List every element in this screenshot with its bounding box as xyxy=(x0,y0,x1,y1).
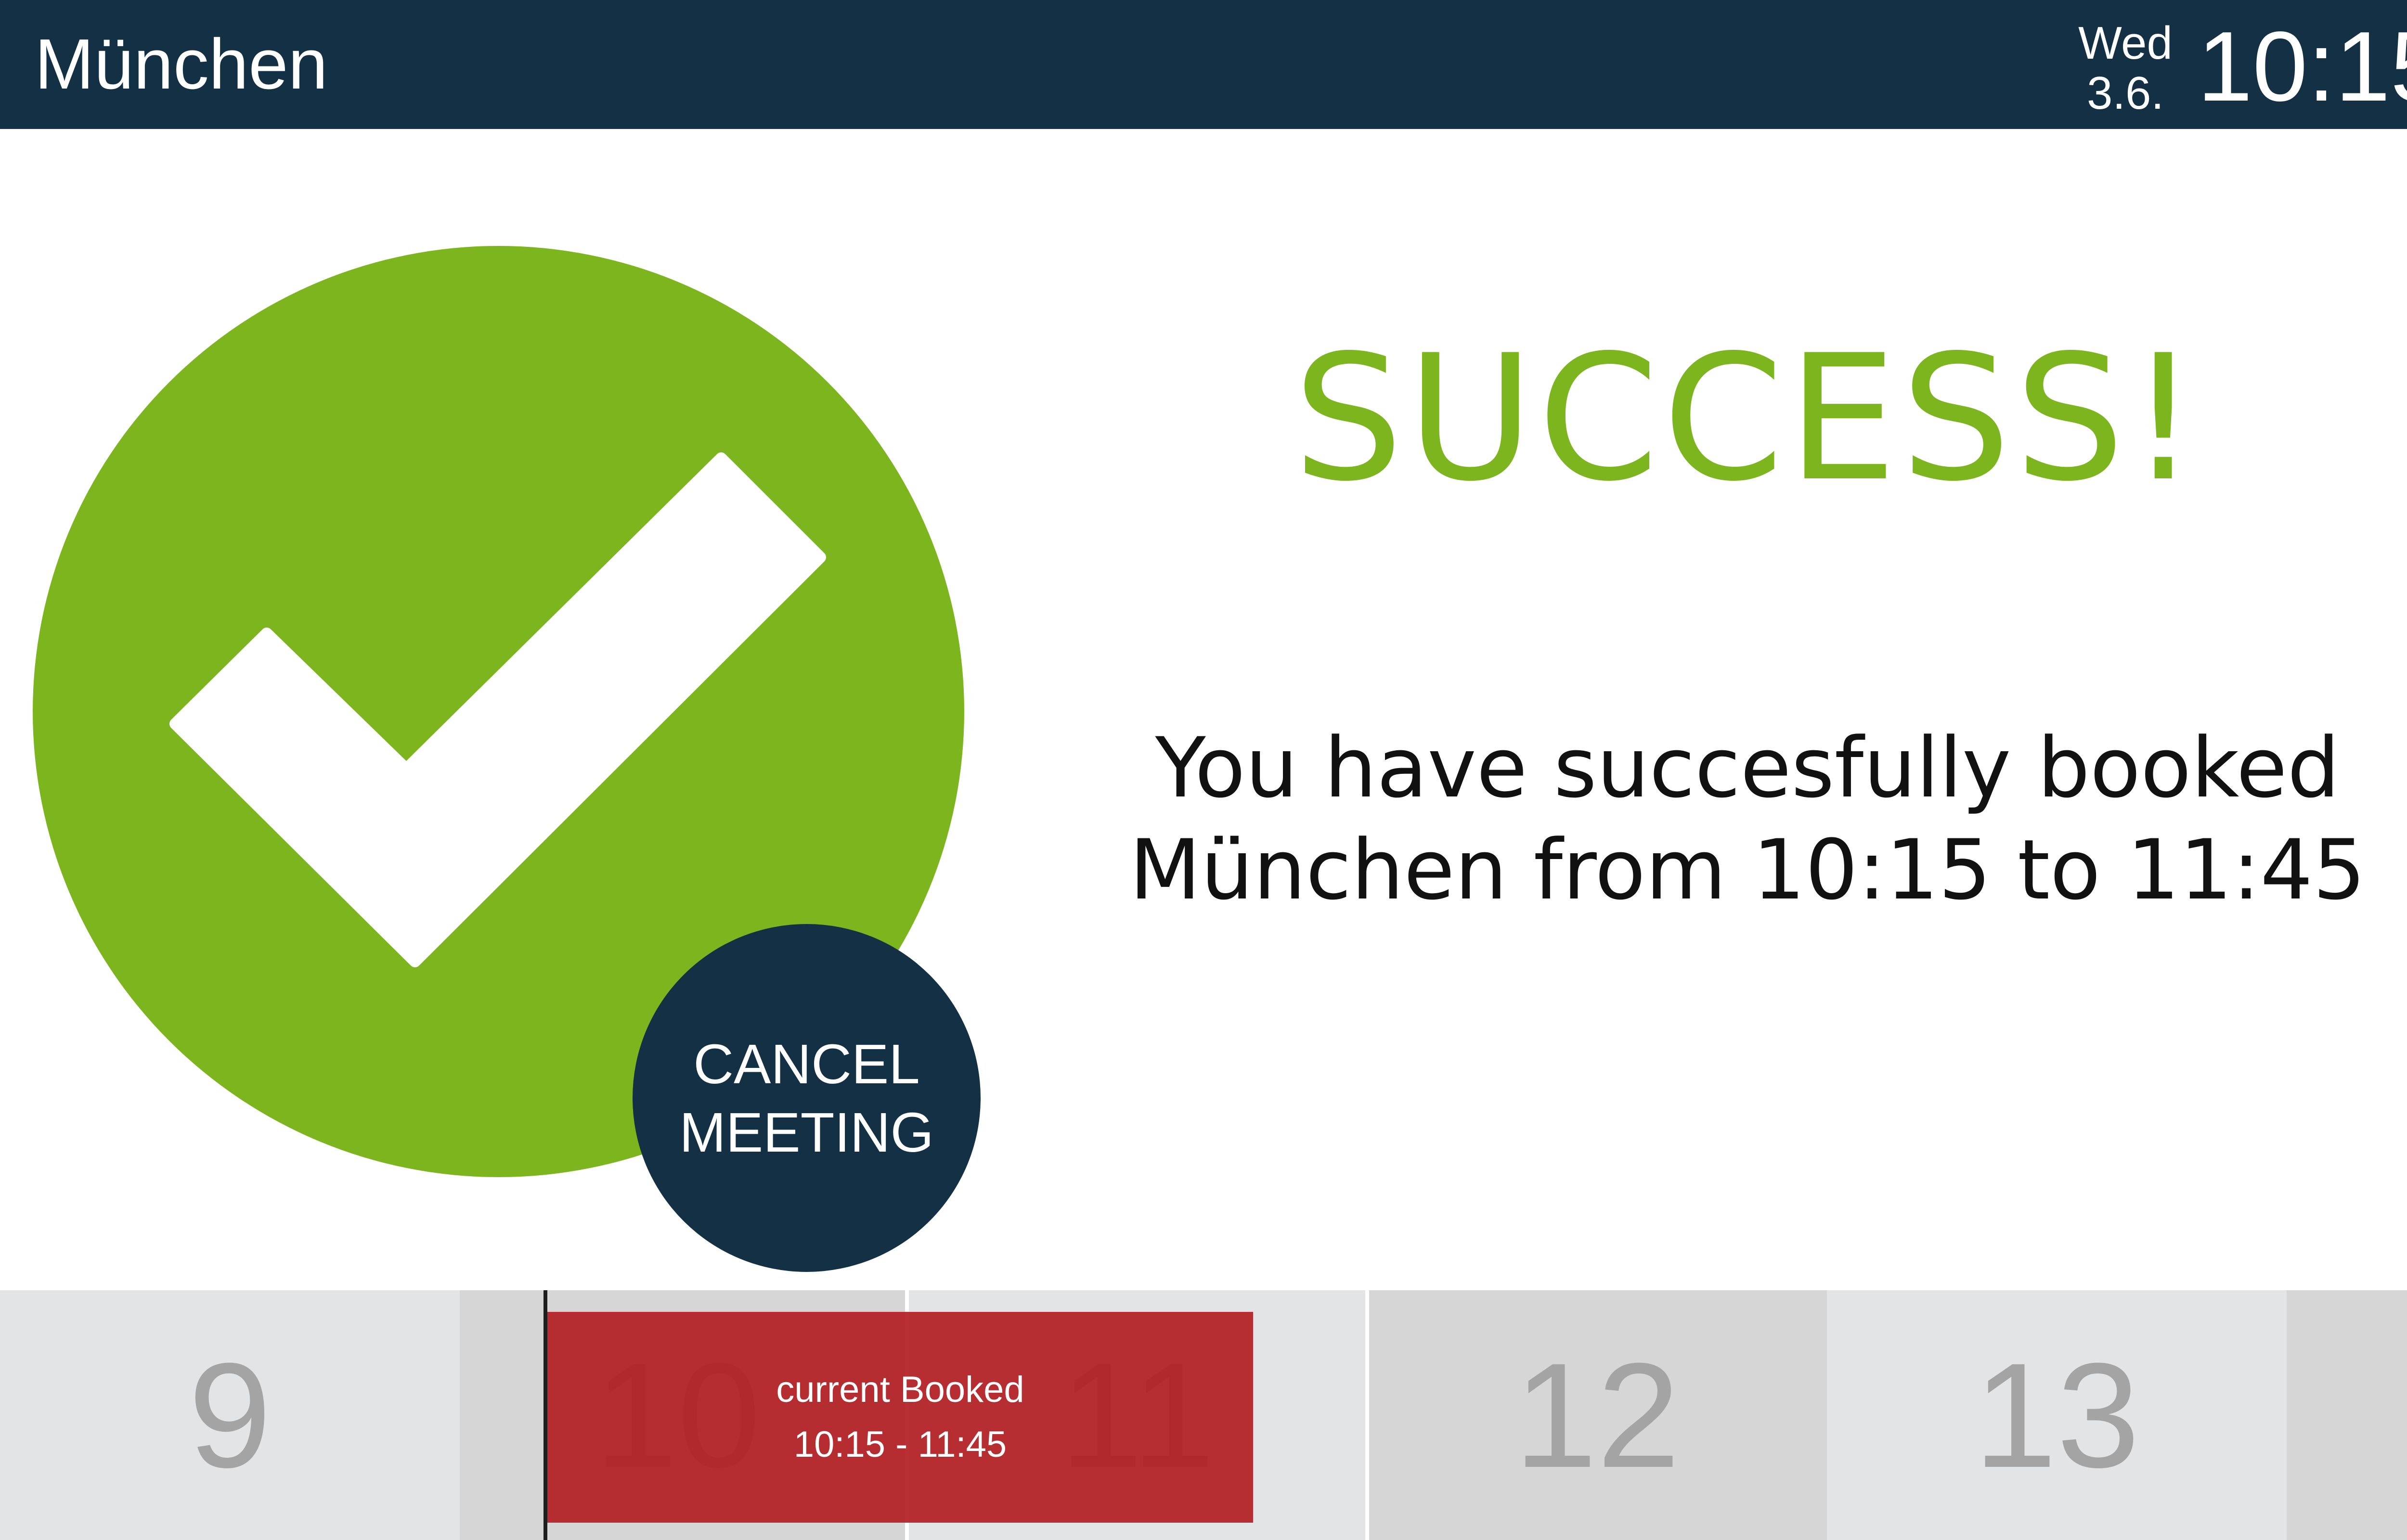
current-time: 10:15 xyxy=(2197,11,2407,122)
booking-confirmation-message: You have succesfully booked München from… xyxy=(1078,717,2407,921)
message-line-2: München from 10:15 to 11:45 xyxy=(1129,821,2366,918)
hour-slot-12[interactable]: 12 xyxy=(1367,1290,1827,1540)
booking-time-range: 10:15 - 11:45 xyxy=(793,1424,1007,1465)
date-display: Wed 3.6. xyxy=(2072,18,2178,118)
success-title: SUCCESS! xyxy=(1293,318,2202,519)
weekday-label: Wed xyxy=(2078,17,2173,69)
current-booking-block[interactable]: current Booked 10:15 - 11:45 xyxy=(547,1312,1253,1523)
message-line-1: You have succesfully booked xyxy=(1155,719,2340,816)
hour-label: 9 xyxy=(188,1332,272,1499)
hour-label: 12 xyxy=(1514,1332,1680,1499)
booking-label: current Booked xyxy=(776,1369,1024,1410)
slot-divider xyxy=(1365,1290,1369,1540)
cancel-meeting-label: CANCEL MEETING xyxy=(679,1030,933,1167)
hour-slot-next[interactable] xyxy=(2287,1290,2407,1540)
hour-slot-13[interactable]: 13 xyxy=(1827,1290,2287,1540)
date-label: 3.6. xyxy=(2086,67,2164,119)
cancel-meeting-button[interactable]: CANCEL MEETING xyxy=(633,924,981,1272)
hour-slot-9[interactable]: 9 xyxy=(0,1290,460,1540)
cancel-label-line1: CANCEL xyxy=(693,1032,920,1095)
current-time-indicator xyxy=(544,1290,547,1540)
cancel-label-line2: MEETING xyxy=(679,1101,934,1164)
hour-label: 13 xyxy=(1974,1332,2140,1499)
top-bar: München Wed 3.6. 10:15 xyxy=(0,0,2407,129)
room-name: München xyxy=(35,25,328,104)
